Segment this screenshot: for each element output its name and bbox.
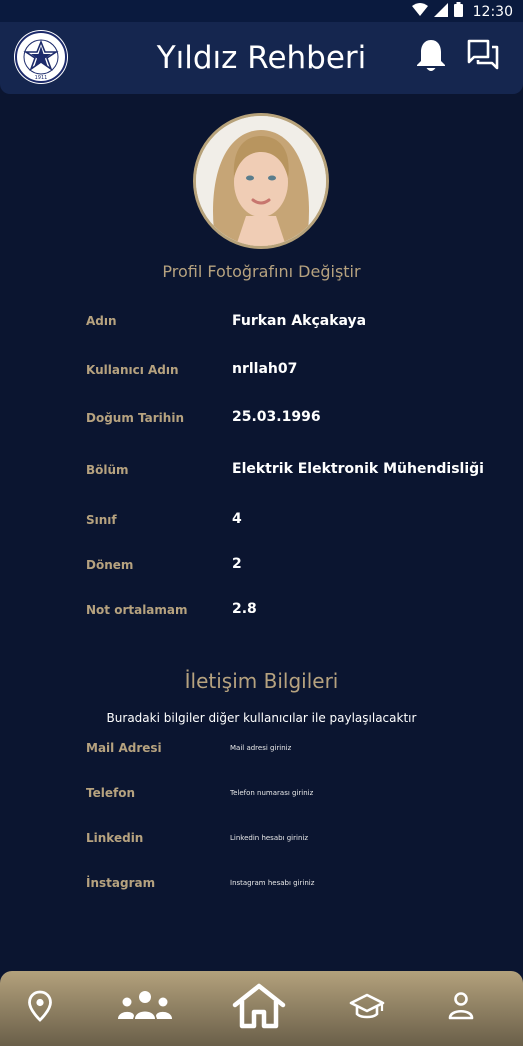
profile-photo[interactable] <box>193 113 329 249</box>
nav-home-button[interactable] <box>232 983 286 1033</box>
contact-label-linkedin: Linkedin <box>86 831 144 845</box>
signal-icon <box>433 2 448 21</box>
status-time: 12:30 <box>472 3 513 20</box>
bell-icon <box>414 40 448 77</box>
user-icon <box>447 991 475 1025</box>
field-label-term: Dönem <box>86 558 134 572</box>
home-icon <box>232 983 286 1033</box>
instagram-field[interactable] <box>230 879 430 887</box>
phone-field[interactable] <box>230 789 430 797</box>
change-photo-link[interactable]: Profil Fotoğrafını Değiştir <box>0 262 523 281</box>
field-value-term: 2 <box>232 556 242 572</box>
field-value-username: nrllah07 <box>232 361 298 377</box>
field-value-birthdate: 25.03.1996 <box>232 409 321 425</box>
contact-label-email: Mail Adresi <box>86 741 162 755</box>
contact-section-title: İletişim Bilgileri <box>184 669 339 693</box>
field-label-department: Bölüm <box>86 463 129 477</box>
status-bar: 12:30 <box>0 0 523 22</box>
field-value-class: 4 <box>232 511 242 527</box>
messages-button[interactable] <box>466 38 500 74</box>
field-label-name: Adın <box>86 314 117 328</box>
field-value-department: Elektrik Elektronik Mühendisliği <box>232 461 484 477</box>
field-label-class: Sınıf <box>86 513 117 527</box>
linkedin-field[interactable] <box>230 834 430 842</box>
contact-section-subtitle: Buradaki bilgiler diğer kullanıcılar ile… <box>106 711 417 725</box>
nav-profile-button[interactable] <box>437 983 485 1033</box>
email-field[interactable] <box>230 744 430 752</box>
chat-icon <box>466 39 500 78</box>
field-value-gpa: 2.8 <box>232 601 257 617</box>
bottom-navigation <box>0 971 523 1046</box>
field-label-gpa: Not ortalamam <box>86 603 188 617</box>
nav-map-button[interactable] <box>16 983 64 1033</box>
field-value-name: Furkan Akçakaya <box>232 313 367 329</box>
field-label-username: Kullanıcı Adın <box>86 363 179 377</box>
app-bar: 1911 Yıldız Rehberi <box>0 22 523 94</box>
nav-people-button[interactable] <box>115 983 175 1033</box>
status-icons: 12:30 <box>411 2 513 21</box>
map-pin-icon <box>27 990 53 1026</box>
battery-icon <box>453 2 463 21</box>
profile-photo-image <box>196 116 326 246</box>
nav-education-button[interactable] <box>343 983 391 1033</box>
contact-label-instagram: İnstagram <box>86 876 156 890</box>
people-icon <box>116 989 174 1027</box>
wifi-icon <box>411 2 428 21</box>
graduation-cap-icon <box>349 992 385 1024</box>
contact-label-phone: Telefon <box>86 786 135 800</box>
field-label-birthdate: Doğum Tarihin <box>86 411 184 425</box>
notifications-button[interactable] <box>414 37 448 73</box>
